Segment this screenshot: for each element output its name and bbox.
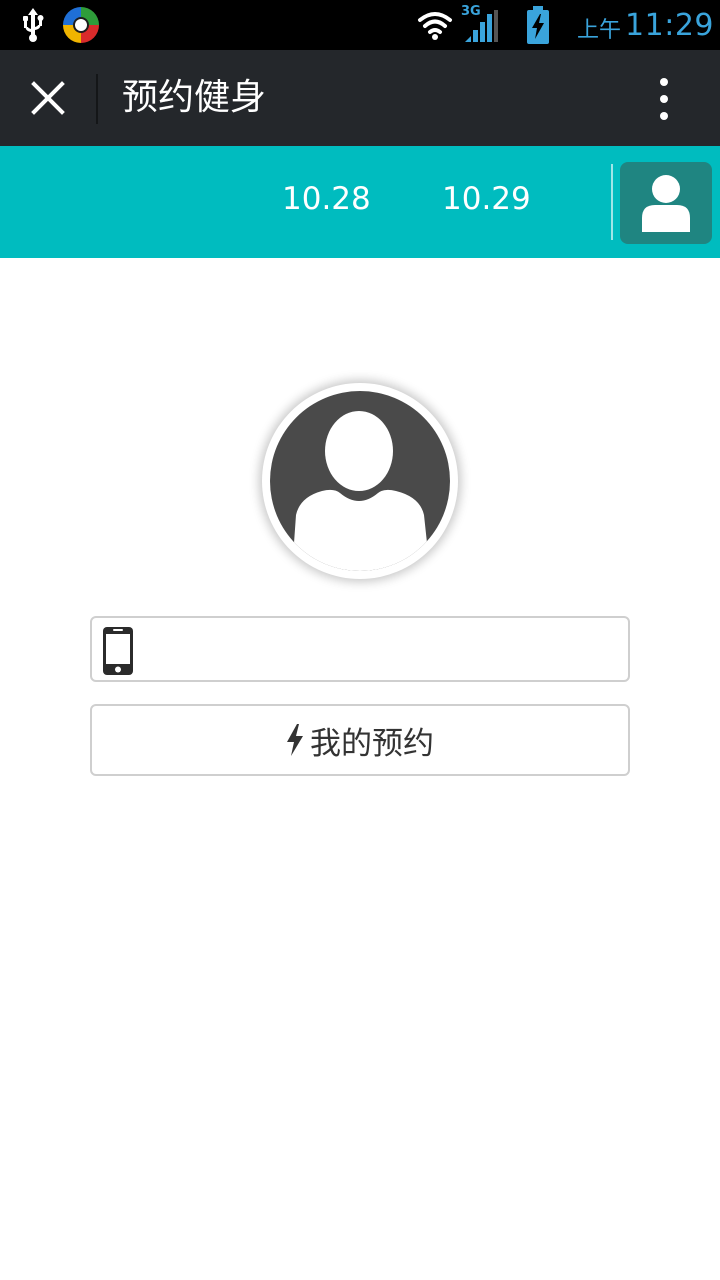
more-vertical-icon bbox=[660, 78, 668, 86]
user-icon bbox=[642, 175, 690, 232]
status-bar-left bbox=[18, 6, 100, 44]
avatar-frame bbox=[262, 383, 458, 579]
mobile-phone-icon bbox=[103, 627, 133, 675]
date-tab-bar: 10.28 10.29 bbox=[0, 146, 720, 258]
app-logo-icon bbox=[63, 7, 99, 43]
more-options-button[interactable] bbox=[644, 74, 684, 124]
bolt-icon bbox=[287, 724, 303, 756]
page-title: 预约健身 bbox=[122, 77, 267, 118]
battery-charging-icon bbox=[527, 6, 550, 44]
close-button[interactable] bbox=[22, 72, 74, 124]
usb-icon bbox=[23, 8, 44, 42]
profile-button[interactable] bbox=[620, 162, 712, 244]
status-bar: 3G 上午 11:29 bbox=[0, 0, 720, 50]
status-bar-right: 3G 上午 11:29 bbox=[417, 4, 714, 46]
close-icon bbox=[31, 81, 65, 115]
avatar-silhouette-icon bbox=[292, 411, 430, 571]
status-time: 11:29 bbox=[625, 7, 714, 43]
phone-input[interactable] bbox=[144, 622, 620, 676]
date-bar-divider bbox=[611, 164, 613, 240]
date-tab-1028[interactable]: 10.28 bbox=[282, 146, 371, 258]
date-tab-1029[interactable]: 10.29 bbox=[442, 146, 531, 258]
phone-field[interactable] bbox=[90, 616, 630, 682]
status-ampm: 上午 bbox=[577, 18, 622, 43]
wifi-icon bbox=[418, 12, 453, 40]
my-reservation-label: 我的预约 bbox=[310, 725, 434, 762]
default-avatar bbox=[270, 391, 450, 571]
title-bar: 预约健身 bbox=[0, 50, 720, 146]
title-divider bbox=[96, 74, 98, 124]
signal-icon: 3G bbox=[461, 4, 501, 44]
my-reservation-button[interactable]: 我的预约 bbox=[90, 704, 630, 776]
